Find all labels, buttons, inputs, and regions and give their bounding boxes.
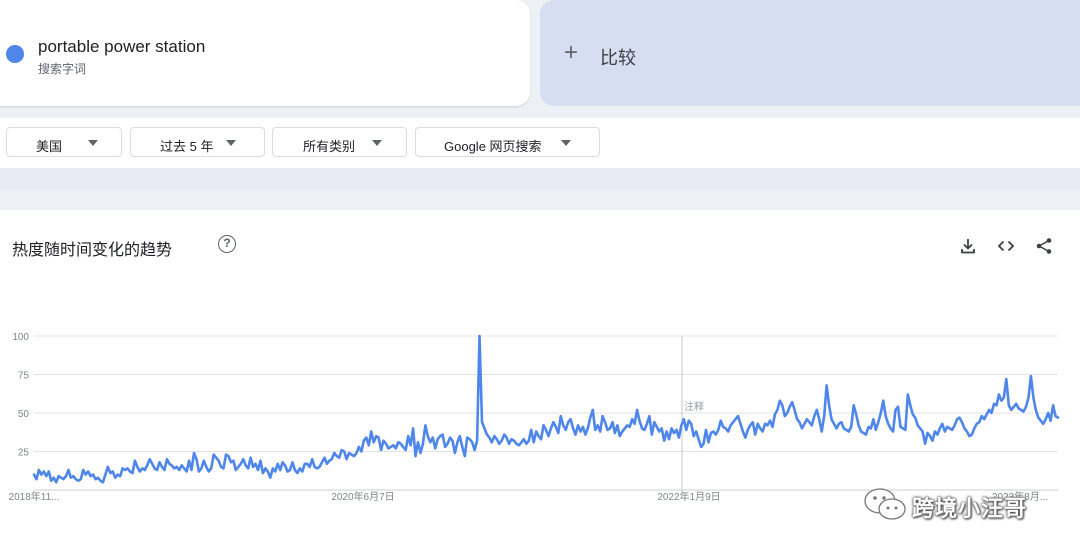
x-tick-label: 2018年11... xyxy=(9,490,60,503)
y-tick-label: 100 xyxy=(12,332,29,343)
watermark-text: 跨境小汪哥 xyxy=(912,496,1028,521)
wechat-logo-icon xyxy=(864,488,906,520)
x-tick-label: 2022年1月9日 xyxy=(657,490,720,503)
series-line xyxy=(32,334,1060,484)
y-tick-label: 50 xyxy=(18,409,30,420)
y-tick-label: 25 xyxy=(18,448,30,459)
y-tick-label: 75 xyxy=(18,371,30,382)
x-tick-label: 2020年6月7日 xyxy=(331,490,394,503)
annotation-label: 注释 xyxy=(684,400,704,413)
trend-line-chart: 100755025注释2018年11... 2020年6月7日 2022年1月9日 2… xyxy=(9,332,1060,503)
